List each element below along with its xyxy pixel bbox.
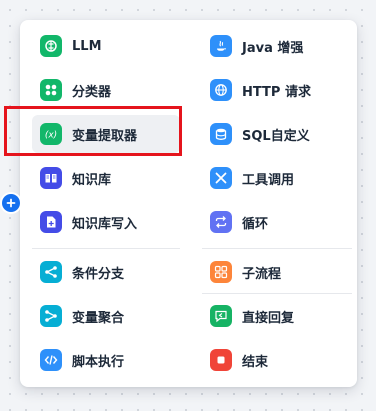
node-label: 条件分支 bbox=[72, 266, 125, 282]
code-icon bbox=[40, 349, 62, 371]
variable-icon: (x) bbox=[40, 123, 62, 145]
node-label: 子流程 bbox=[242, 266, 282, 282]
node-item-variable-aggregator[interactable]: 变量聚合 bbox=[32, 297, 180, 335]
file-add-icon bbox=[40, 211, 62, 233]
node-item-variable-extractor[interactable]: (x) 变量提取器 bbox=[32, 115, 180, 153]
svg-text:(x): (x) bbox=[45, 131, 57, 141]
node-item-condition-branch[interactable]: 条件分支 bbox=[32, 253, 180, 291]
node-picker-panel: LLM 分类器 (x) 变量提取器 知识库 知识库写入 条件分支 变量聚合 脚本… bbox=[20, 20, 357, 387]
node-item-classifier[interactable]: 分类器 bbox=[32, 71, 180, 109]
subflow-icon bbox=[210, 261, 232, 283]
java-icon bbox=[210, 35, 232, 57]
node-label: 直接回复 bbox=[242, 310, 295, 326]
node-item-knowledge-base[interactable]: 知识库 bbox=[32, 159, 180, 197]
node-label: SQL自定义 bbox=[242, 128, 310, 144]
merge-icon bbox=[40, 305, 62, 327]
node-item-sql[interactable]: SQL自定义 bbox=[202, 115, 350, 153]
node-label: 结束 bbox=[242, 354, 269, 370]
node-label: 知识库 bbox=[72, 172, 112, 188]
divider bbox=[202, 293, 352, 294]
plus-icon bbox=[6, 198, 16, 208]
node-label: 脚本执行 bbox=[72, 354, 125, 370]
brain-icon bbox=[40, 35, 62, 57]
node-item-http-request[interactable]: HTTP 请求 bbox=[202, 71, 350, 109]
globe-icon bbox=[210, 79, 232, 101]
node-label: 循环 bbox=[242, 216, 269, 232]
node-label: HTTP 请求 bbox=[242, 84, 311, 100]
reply-icon bbox=[210, 305, 232, 327]
book-icon bbox=[40, 167, 62, 189]
divider bbox=[32, 248, 180, 249]
wrench-icon bbox=[210, 167, 232, 189]
database-icon bbox=[210, 123, 232, 145]
node-item-end[interactable]: 结束 bbox=[202, 341, 350, 379]
stop-icon bbox=[210, 349, 232, 371]
node-label: 变量提取器 bbox=[72, 128, 138, 144]
node-item-script[interactable]: 脚本执行 bbox=[32, 341, 180, 379]
node-label: LLM bbox=[72, 38, 102, 54]
divider bbox=[202, 248, 352, 249]
node-item-java[interactable]: Java 增强 bbox=[202, 27, 350, 65]
add-node-handle[interactable] bbox=[2, 194, 20, 212]
grid-icon bbox=[40, 79, 62, 101]
node-item-tool-call[interactable]: 工具调用 bbox=[202, 159, 350, 197]
node-item-direct-reply[interactable]: 直接回复 bbox=[202, 297, 350, 335]
node-item-loop[interactable]: 循环 bbox=[202, 203, 350, 241]
loop-icon bbox=[210, 211, 232, 233]
node-label: 工具调用 bbox=[242, 172, 295, 188]
node-label: Java 增强 bbox=[242, 40, 304, 56]
node-item-subflow[interactable]: 子流程 bbox=[202, 253, 350, 291]
node-item-knowledge-base-write[interactable]: 知识库写入 bbox=[32, 203, 180, 241]
branch-icon bbox=[40, 261, 62, 283]
node-label: 变量聚合 bbox=[72, 310, 125, 326]
node-label: 知识库写入 bbox=[72, 216, 138, 232]
node-label: 分类器 bbox=[72, 84, 112, 100]
node-item-llm[interactable]: LLM bbox=[32, 27, 180, 65]
